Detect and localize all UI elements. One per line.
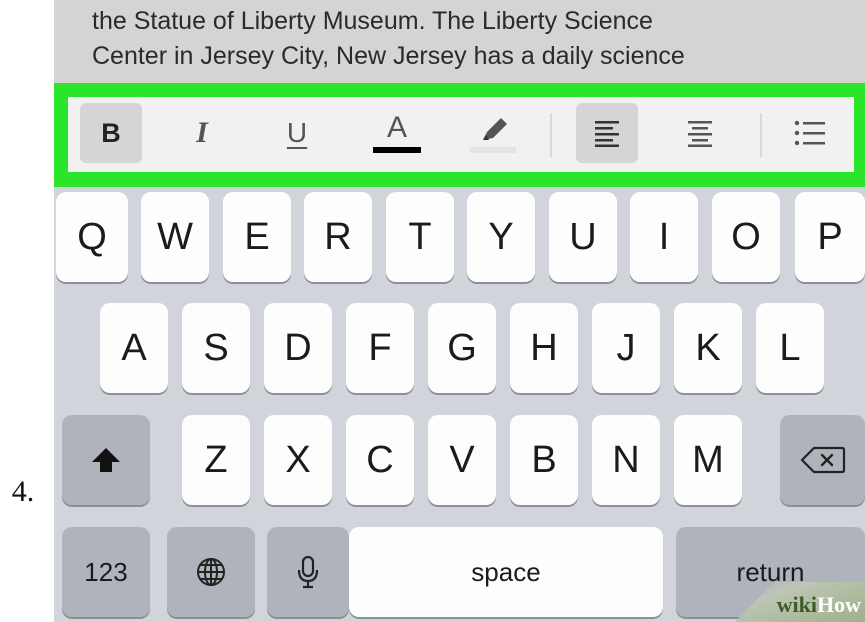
key-v[interactable]: V — [428, 415, 496, 505]
key-o[interactable]: O — [712, 192, 780, 282]
align-left-button[interactable] — [576, 103, 638, 163]
key-d[interactable]: D — [264, 303, 332, 393]
key-a[interactable]: A — [100, 303, 168, 393]
key-k[interactable]: K — [674, 303, 742, 393]
key-e[interactable]: E — [223, 192, 291, 282]
toolbar-divider — [760, 113, 762, 157]
delete-key[interactable] — [780, 415, 865, 505]
key-h[interactable]: H — [510, 303, 578, 393]
space-key[interactable]: space — [349, 527, 663, 617]
key-m[interactable]: M — [674, 415, 742, 505]
key-w[interactable]: W — [141, 192, 209, 282]
watermark-how: How — [817, 592, 861, 617]
align-center-icon — [688, 121, 712, 147]
key-y[interactable]: Y — [467, 192, 535, 282]
microphone-icon — [297, 555, 319, 589]
step-number: 4. — [11, 475, 35, 508]
underline-button[interactable]: U — [266, 103, 328, 163]
key-t[interactable]: T — [386, 192, 454, 282]
key-p[interactable]: P — [795, 192, 865, 282]
keyboard: Q W E R T Y U I O P A S D F G H J K L Z … — [54, 187, 865, 622]
key-n[interactable]: N — [592, 415, 660, 505]
screenshot: the Statue of Liberty Museum. The Libert… — [54, 0, 865, 622]
text-color-icon: A — [386, 111, 407, 144]
key-u[interactable]: U — [549, 192, 617, 282]
italic-icon: I — [196, 116, 208, 149]
text-color-button[interactable]: A — [366, 103, 428, 163]
key-c[interactable]: C — [346, 415, 414, 505]
key-q[interactable]: Q — [56, 192, 128, 282]
bullet-list-button[interactable] — [779, 103, 841, 163]
watermark-wiki: wiki — [776, 592, 817, 617]
numbers-key[interactable]: 123 — [62, 527, 150, 617]
key-b[interactable]: B — [510, 415, 578, 505]
key-f[interactable]: F — [346, 303, 414, 393]
key-r[interactable]: R — [304, 192, 372, 282]
toolbar-divider — [550, 113, 552, 157]
text-color-swatch — [373, 147, 421, 153]
highlight-swatch — [470, 146, 516, 153]
globe-icon — [197, 558, 225, 586]
document-text[interactable]: the Statue of Liberty Museum. The Libert… — [54, 0, 865, 83]
delete-icon — [800, 446, 845, 474]
microphone-key[interactable] — [267, 527, 349, 617]
document-line: Center in Jersey City, New Jersey has a … — [92, 42, 685, 70]
key-z[interactable]: Z — [182, 415, 250, 505]
key-x[interactable]: X — [264, 415, 332, 505]
bold-button[interactable]: B — [80, 103, 142, 163]
highlighter-icon — [483, 117, 507, 140]
key-i[interactable]: I — [630, 192, 698, 282]
align-center-button[interactable] — [669, 103, 731, 163]
key-l[interactable]: L — [756, 303, 824, 393]
format-toolbar: B I U A — [68, 97, 854, 172]
shift-icon — [92, 448, 120, 472]
key-g[interactable]: G — [428, 303, 496, 393]
key-j[interactable]: J — [592, 303, 660, 393]
align-left-icon — [595, 121, 619, 147]
key-s[interactable]: S — [182, 303, 250, 393]
globe-key[interactable] — [167, 527, 255, 617]
format-toolbar-highlight: B I U A — [54, 83, 865, 187]
document-line: the Statue of Liberty Museum. The Libert… — [92, 7, 653, 35]
underline-icon: U — [286, 117, 308, 148]
bold-icon: B — [101, 117, 121, 148]
highlight-button[interactable] — [462, 103, 524, 163]
bullet-list-icon — [794, 120, 825, 146]
italic-button[interactable]: I — [171, 103, 233, 163]
shift-key[interactable] — [62, 415, 150, 505]
